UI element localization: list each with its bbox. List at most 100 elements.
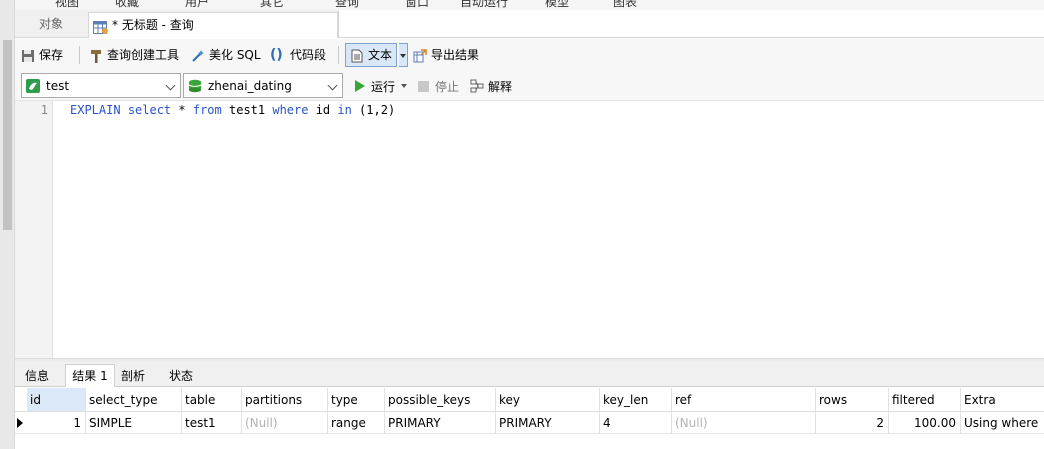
line-number: 1 (40, 103, 48, 117)
menu-window[interactable]: 窗口 (405, 0, 429, 10)
connection-icon (26, 78, 40, 93)
cell-ref[interactable]: (Null) (672, 412, 816, 434)
token-column: id (308, 103, 338, 117)
caret-down-icon[interactable] (401, 84, 408, 88)
save-button[interactable]: 保存 (21, 44, 63, 66)
connection-name: test (46, 78, 70, 93)
grid-header-row: id select_type table partitions type pos… (15, 388, 1044, 412)
tab-query-label: * 无标题 - 查询 (112, 18, 194, 32)
save-label: 保存 (39, 48, 64, 62)
keyword-select: select (127, 103, 172, 117)
explain-label: 解释 (488, 79, 513, 94)
column-header-key-len[interactable]: key_len (600, 388, 672, 411)
column-header-id[interactable]: id (27, 388, 86, 411)
left-scroll-strip[interactable] (0, 0, 15, 449)
menu-model[interactable]: 模型 (545, 0, 569, 10)
cell-possible-keys[interactable]: PRIMARY (385, 412, 496, 434)
sql-code-line[interactable]: EXPLAIN select * from test1 where id in … (70, 103, 395, 117)
column-header-extra[interactable]: Extra (961, 388, 1044, 411)
cell-table[interactable]: test1 (182, 412, 242, 434)
menu-automation[interactable]: 自动运行 (460, 0, 508, 10)
table-row[interactable]: 1 SIMPLE test1 (Null) range PRIMARY PRIM… (15, 412, 1044, 434)
beautify-sql-label: 美化 SQL (209, 48, 261, 62)
cell-id[interactable]: 1 (27, 412, 86, 434)
code-snippet-label: 代码段 (290, 48, 327, 62)
document-icon (350, 48, 364, 63)
menu-bar: 视图 收藏 用户 其它 查询 窗口 自动运行 模型 图表 (15, 0, 1044, 10)
menu-other[interactable]: 其它 (260, 0, 284, 10)
column-header-ref[interactable]: ref (672, 388, 816, 411)
cell-extra[interactable]: Using where (961, 412, 1044, 434)
parentheses-icon: () (270, 47, 283, 63)
tab-bar: 对象 * 无标题 - 查询 (15, 10, 1044, 38)
magic-wand-icon (191, 48, 205, 62)
tab-profile[interactable]: 剖析 (115, 364, 151, 387)
run-label: 运行 (371, 79, 396, 94)
code-snippet-button[interactable]: () 代码段 (270, 44, 326, 66)
run-button[interactable]: 运行 (355, 75, 408, 97)
column-header-table[interactable]: table (182, 388, 242, 411)
result-tabs: 信息 结果 1 剖析 状态 (15, 362, 1044, 387)
menu-favorites[interactable]: 收藏 (115, 0, 139, 10)
export-icon (413, 48, 427, 63)
column-header-rows[interactable]: rows (816, 388, 889, 411)
keyword-where: where (272, 103, 309, 117)
line-number-gutter: 1 (15, 101, 53, 358)
toolbar: 保存 查询创建工具 美化 SQL () 代码段 文本 导出结果 (15, 39, 1044, 71)
database-name: zhenai_dating (208, 78, 292, 93)
cell-type[interactable]: range (328, 412, 385, 434)
token-table: test1 (221, 103, 273, 117)
cell-filtered[interactable]: 100.00 (889, 412, 961, 434)
tab-info[interactable]: 信息 (17, 364, 57, 387)
column-header-possible-keys[interactable]: possible_keys (385, 388, 496, 411)
tab-query[interactable]: * 无标题 - 查询 (88, 12, 338, 38)
tab-objects[interactable]: 对象 (15, 12, 87, 38)
play-icon (355, 80, 365, 92)
chevron-down-icon (165, 80, 176, 91)
tab-status[interactable]: 状态 (161, 364, 201, 387)
cell-partitions[interactable]: (Null) (242, 412, 328, 434)
tab-bar-empty-area (338, 10, 1044, 37)
database-icon (188, 79, 202, 93)
toolbar-divider (79, 46, 80, 64)
column-header-type[interactable]: type (328, 388, 385, 411)
cell-key[interactable]: PRIMARY (496, 412, 600, 434)
hammer-icon (89, 48, 103, 63)
left-scroll-thumb[interactable] (3, 40, 12, 230)
menu-users[interactable]: 用户 (185, 0, 209, 10)
export-results-button[interactable]: 导出结果 (413, 44, 479, 66)
explain-button[interactable]: 解释 (470, 75, 512, 97)
menu-query[interactable]: 查询 (335, 0, 359, 10)
stop-button[interactable]: 停止 (418, 75, 459, 97)
menu-chart[interactable]: 图表 (613, 0, 637, 10)
cell-rows[interactable]: 2 (816, 412, 889, 434)
query-builder-button[interactable]: 查询创建工具 (89, 44, 179, 66)
database-select[interactable]: zhenai_dating (183, 73, 343, 98)
text-mode-label: 文本 (368, 48, 393, 62)
keyword-from: from (192, 103, 222, 117)
export-results-label: 导出结果 (431, 48, 480, 62)
menu-view[interactable]: 视图 (55, 0, 79, 10)
cell-select-type[interactable]: SIMPLE (86, 412, 182, 434)
connection-bar: test zhenai_dating 运行 停止 解释 (15, 71, 1044, 101)
column-header-partitions[interactable]: partitions (242, 388, 328, 411)
current-row-indicator-icon (17, 418, 23, 428)
column-header-filtered[interactable]: filtered (889, 388, 961, 411)
column-header-key[interactable]: key (496, 388, 600, 411)
keyword-explain: EXPLAIN (70, 103, 121, 117)
connection-select[interactable]: test (21, 73, 181, 98)
chevron-down-icon (327, 80, 338, 91)
sql-editor[interactable]: 1 EXPLAIN select * from test1 where id i… (15, 101, 1044, 358)
cell-key-len[interactable]: 4 (600, 412, 672, 434)
tab-result-1[interactable]: 结果 1 (65, 364, 115, 387)
keyword-in: in (337, 103, 352, 117)
token-values: (1,2) (351, 103, 396, 117)
save-icon (21, 48, 35, 62)
text-mode-button[interactable]: 文本 (345, 43, 398, 67)
token-star: * (171, 103, 193, 117)
text-mode-dropdown[interactable] (399, 43, 408, 67)
column-header-select-type[interactable]: select_type (86, 388, 182, 411)
stop-icon (418, 80, 429, 92)
beautify-sql-button[interactable]: 美化 SQL (191, 44, 261, 66)
query-builder-label: 查询创建工具 (107, 48, 180, 62)
